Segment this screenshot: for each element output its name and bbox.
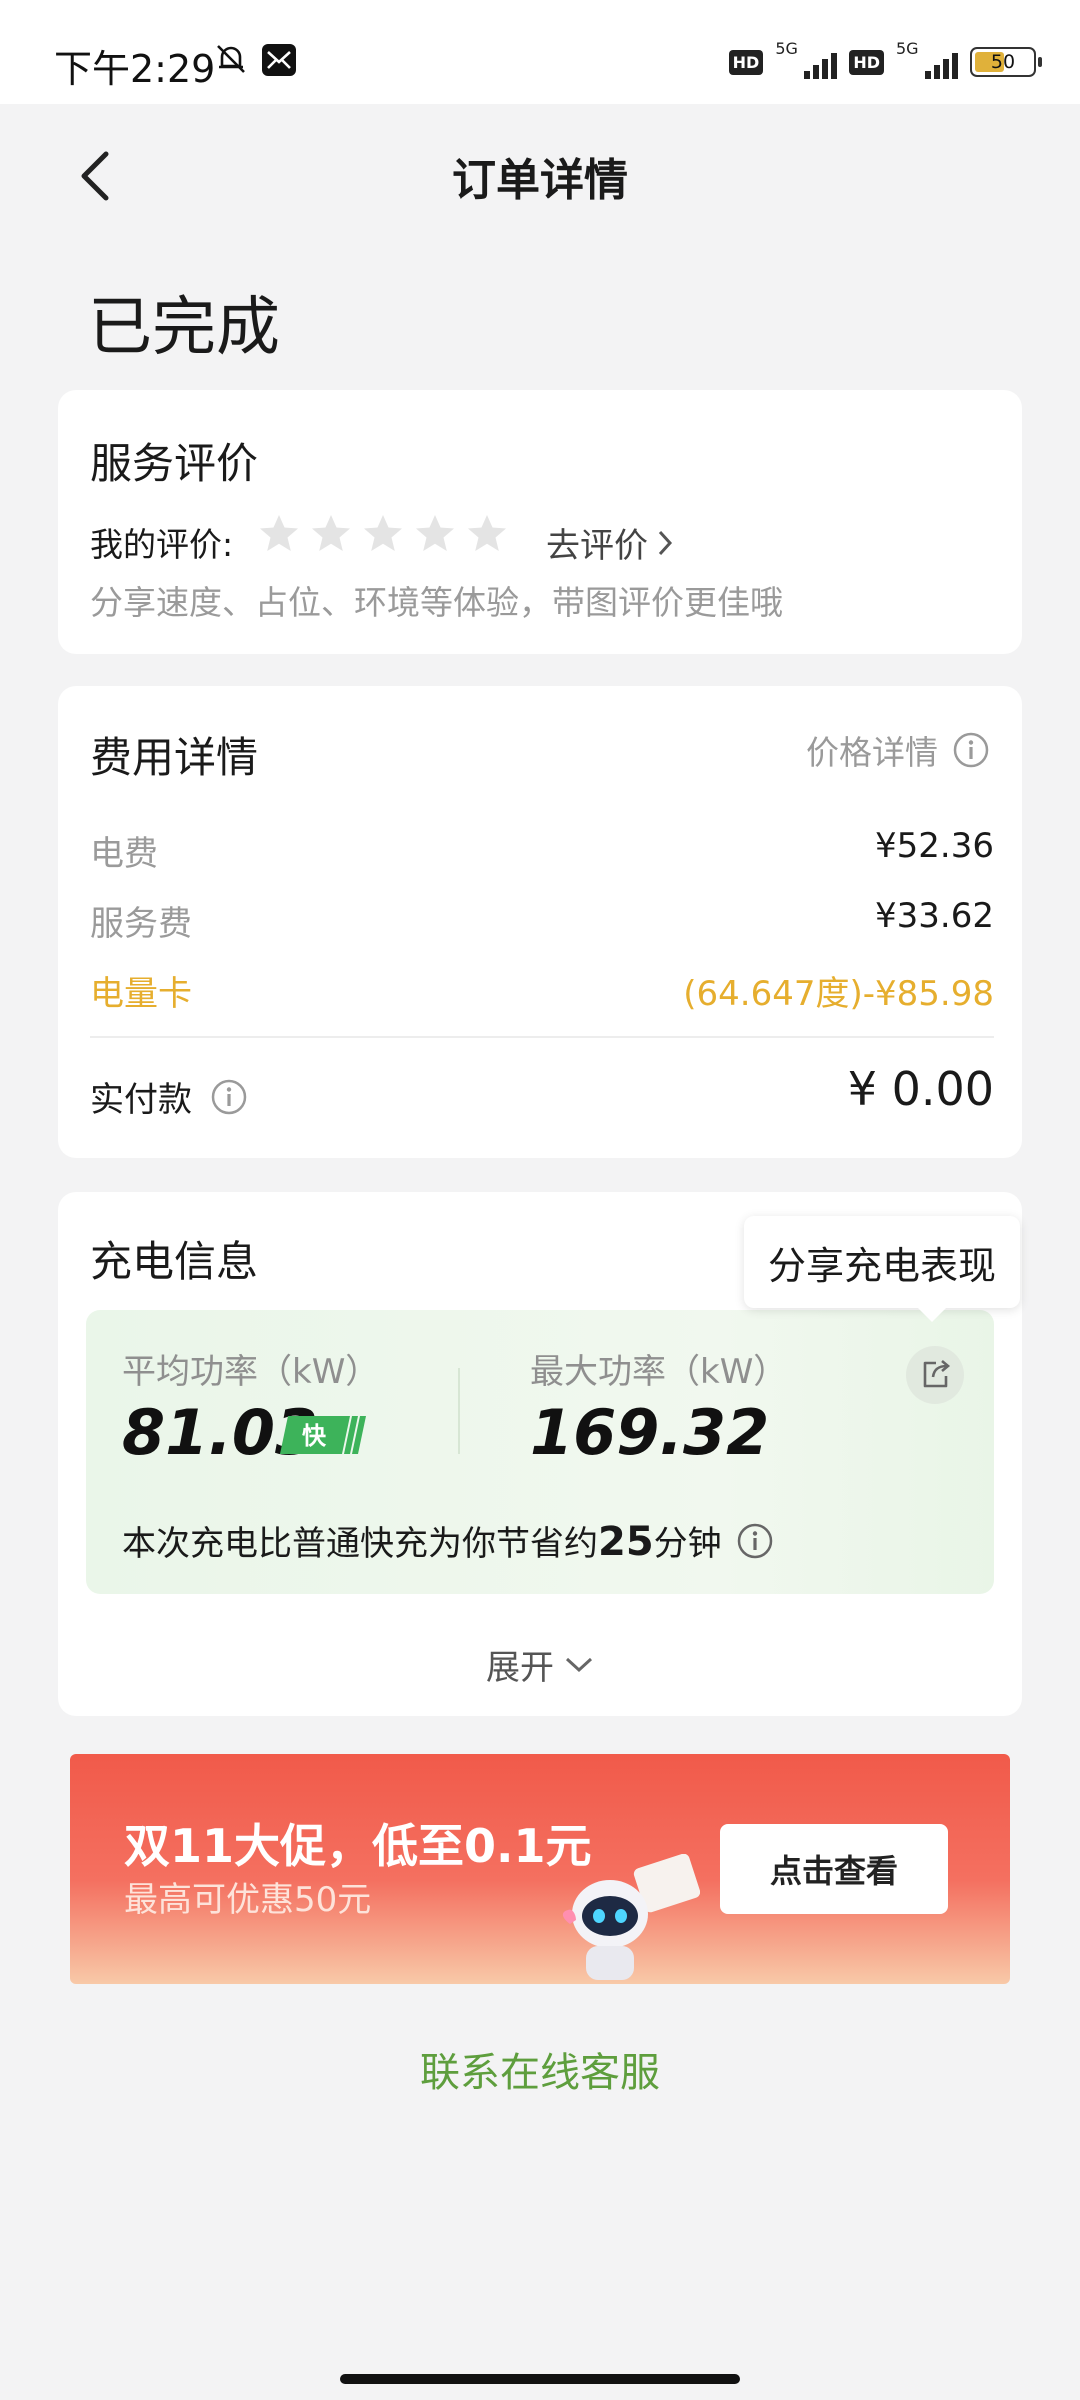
fee-card: 费用详情 价格详情 电费 ¥52.36 服务费 ¥33.62 电量卡 (64.6… [58,686,1022,1158]
status-time: 下午2:29 [54,47,216,91]
my-rating-label: 我的评价: [90,525,234,564]
price-detail-label: 价格详情 [806,733,938,772]
expand-label: 展开 [486,1648,554,1688]
banner-subtitle: 最高可优惠50元 [124,1880,372,1920]
fee-label: 电量卡 [90,974,192,1014]
network-type: 5G [775,39,798,58]
save-prefix: 本次充电比普通快充为你节省约 [122,1524,598,1564]
fee-label: 电费 [90,834,158,874]
status-indicators: HD 5G HD 5G 50 [728,39,1042,82]
share-tooltip[interactable]: 分享充电表现 [744,1216,1020,1322]
chevron-down-icon [565,1657,593,1672]
paid-amount: ¥ 0.00 [847,1062,994,1116]
hd-badge: HD [849,49,884,75]
fee-row-service: 服务费 ¥33.62 [90,896,994,945]
fee-row-energy-card: 电量卡 (64.647度)-¥85.98 [90,966,994,1015]
fee-value: (64.647度)-¥85.98 [683,974,994,1014]
rating-hint: 分享速度、占位、环境等体验，带图评价更佳哦 [90,583,783,622]
network-type: 5G [896,39,919,58]
fast-badge-label: 快 [302,1422,327,1450]
divider [90,1036,994,1038]
fee-value: ¥33.62 [875,896,994,936]
signal-icon: 5G [775,39,838,81]
promo-banner[interactable]: 双11大促，低至0.1元 最高可优惠50元 点击查看 [70,1754,1010,1984]
fast-charge-badge: 快 [280,1416,366,1454]
star-icon[interactable] [258,512,300,554]
contact-service-link[interactable]: 联系在线客服 [0,2040,1080,2098]
battery-level: 50 [990,51,1016,73]
star-icon[interactable] [362,512,404,554]
rating-title: 服务评价 [90,439,259,488]
charge-title: 充电信息 [90,1237,259,1286]
save-suffix: 分钟 [653,1524,722,1564]
status-bar: 下午2:29 HD 5G HD 5G 50 [0,0,1080,104]
hd-badge: HD [728,49,764,75]
home-indicator[interactable] [340,2374,740,2384]
max-power-value: 169.32 [530,1396,770,1469]
price-detail-link[interactable]: 价格详情 [806,726,990,774]
divider [458,1368,460,1454]
robot-mascot-icon [562,1854,700,1980]
share-button[interactable] [906,1346,964,1404]
go-rate-label: 去评价 [546,526,648,566]
order-status: 已完成 [88,291,280,365]
fee-title: 费用详情 [90,733,259,782]
rating-card: 服务评价 我的评价: 去评价 分享速度、占位、环境等体验，带图评价更佳哦 [58,390,1022,654]
mail-notification-icon [262,44,296,76]
share-icon [923,1360,951,1388]
bell-muted-icon [217,45,245,73]
paid-label-group[interactable]: 实付款 [90,1072,248,1121]
expand-button[interactable]: 展开 [58,1640,1022,1689]
go-rate-link[interactable]: 去评价 [546,518,674,567]
page-title: 订单详情 [452,155,628,206]
star-icon[interactable] [414,512,456,554]
paid-label: 实付款 [90,1080,192,1120]
battery-icon: 50 [970,47,1042,77]
save-minutes: 25 [598,1519,654,1565]
signal-icon: 5G [896,39,958,81]
chevron-right-icon [658,530,673,555]
info-icon [953,732,989,768]
avg-power-label: 平均功率（kW） [122,1352,380,1392]
fee-value: ¥52.36 [875,826,994,866]
fee-label: 服务费 [90,904,192,944]
banner-title: 双11大促，低至0.1元 [124,1819,592,1873]
star-icon[interactable] [310,512,352,554]
star-rating[interactable] [258,512,508,554]
time-saved-text: 本次充电比普通快充为你节省约25分钟 [122,1516,774,1565]
info-icon[interactable] [210,1078,248,1116]
fee-row-electricity: 电费 ¥52.36 [90,826,994,875]
banner-view-button[interactable]: 点击查看 [720,1824,948,1914]
max-power-label: 最大功率（kW） [530,1352,788,1392]
power-summary: 平均功率（kW） 81.03 快 最大功率（kW） 169.32 本次充电比普通… [86,1310,994,1594]
star-icon[interactable] [466,512,508,554]
info-icon[interactable] [736,1522,774,1560]
